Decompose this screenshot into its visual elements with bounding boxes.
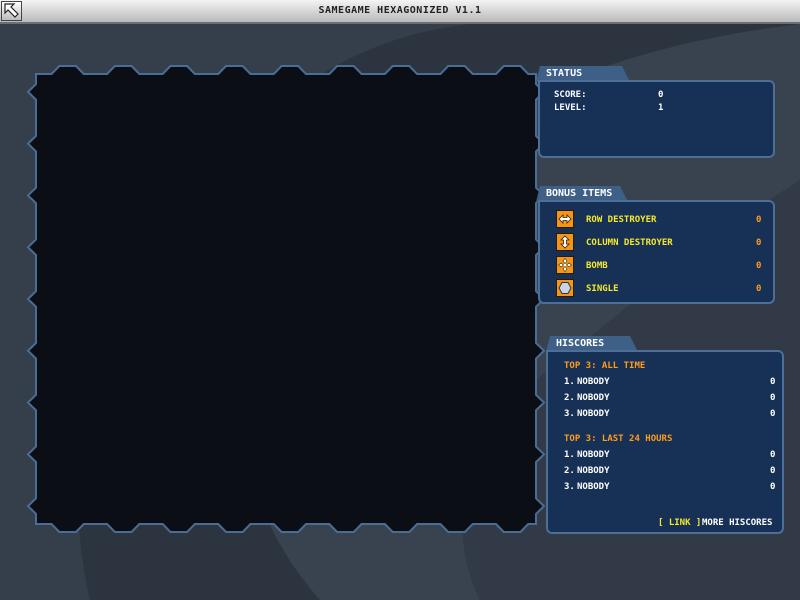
bonus-count-single: 0	[756, 284, 762, 294]
last24-score-2: 0	[770, 466, 776, 476]
more-hiscores-label[interactable]: MORE HISCORES	[702, 518, 772, 528]
bonus-label-column-destroyer: COLUMN DESTROYER	[586, 238, 673, 248]
column-destroyer-icon[interactable]	[556, 233, 574, 251]
last24-title: TOP 3: LAST 24 HOURS	[564, 434, 673, 444]
single-icon[interactable]	[556, 279, 574, 297]
alltime-score-1: 0	[770, 377, 776, 387]
alltime-score-3: 0	[770, 409, 776, 419]
bomb-icon[interactable]	[556, 256, 574, 274]
last24-score-3: 0	[770, 482, 776, 492]
last24-rank-1: 1.	[564, 450, 575, 460]
status-panel: SCORE: 0 LEVEL: 1	[538, 80, 775, 158]
board-frame	[26, 65, 546, 533]
status-heading: STATUS	[546, 68, 583, 79]
level-label: LEVEL:	[554, 103, 587, 113]
hiscores-link[interactable]: [ LINK ]	[658, 518, 701, 528]
last24-score-1: 0	[770, 450, 776, 460]
alltime-name-2: NOBODY	[577, 393, 610, 403]
alltime-rank-3: 3.	[564, 409, 575, 419]
bonus-panel: ROW DESTROYER 0 COLUMN DESTROYER 0 BOMB …	[538, 200, 775, 304]
bonus-label-single: SINGLE	[586, 284, 619, 294]
last24-name-3: NOBODY	[577, 482, 610, 492]
alltime-title: TOP 3: ALL TIME	[564, 361, 646, 371]
bonus-label-bomb: BOMB	[586, 261, 608, 271]
score-value: 0	[658, 90, 664, 100]
alltime-name-3: NOBODY	[577, 409, 610, 419]
last24-name-2: NOBODY	[577, 466, 610, 476]
bonus-label-row-destroyer: ROW DESTROYER	[586, 215, 657, 225]
bonus-heading: BONUS ITEMS	[546, 188, 613, 199]
alltime-rank-2: 2.	[564, 393, 575, 403]
last24-name-1: NOBODY	[577, 450, 610, 460]
row-destroyer-icon[interactable]	[556, 210, 574, 228]
bonus-count-column-destroyer: 0	[756, 238, 762, 248]
hiscores-heading: HISCORES	[556, 338, 605, 349]
alltime-rank-1: 1.	[564, 377, 575, 387]
bonus-count-bomb: 0	[756, 261, 762, 271]
score-label: SCORE:	[554, 90, 587, 100]
alltime-name-1: NOBODY	[577, 377, 610, 387]
level-value: 1	[658, 103, 664, 113]
last24-rank-3: 3.	[564, 482, 575, 492]
hiscores-panel: TOP 3: ALL TIME 1. NOBODY 0 2. NOBODY 0 …	[546, 350, 784, 534]
last24-rank-2: 2.	[564, 466, 575, 476]
bonus-count-row-destroyer: 0	[756, 215, 762, 225]
alltime-score-2: 0	[770, 393, 776, 403]
